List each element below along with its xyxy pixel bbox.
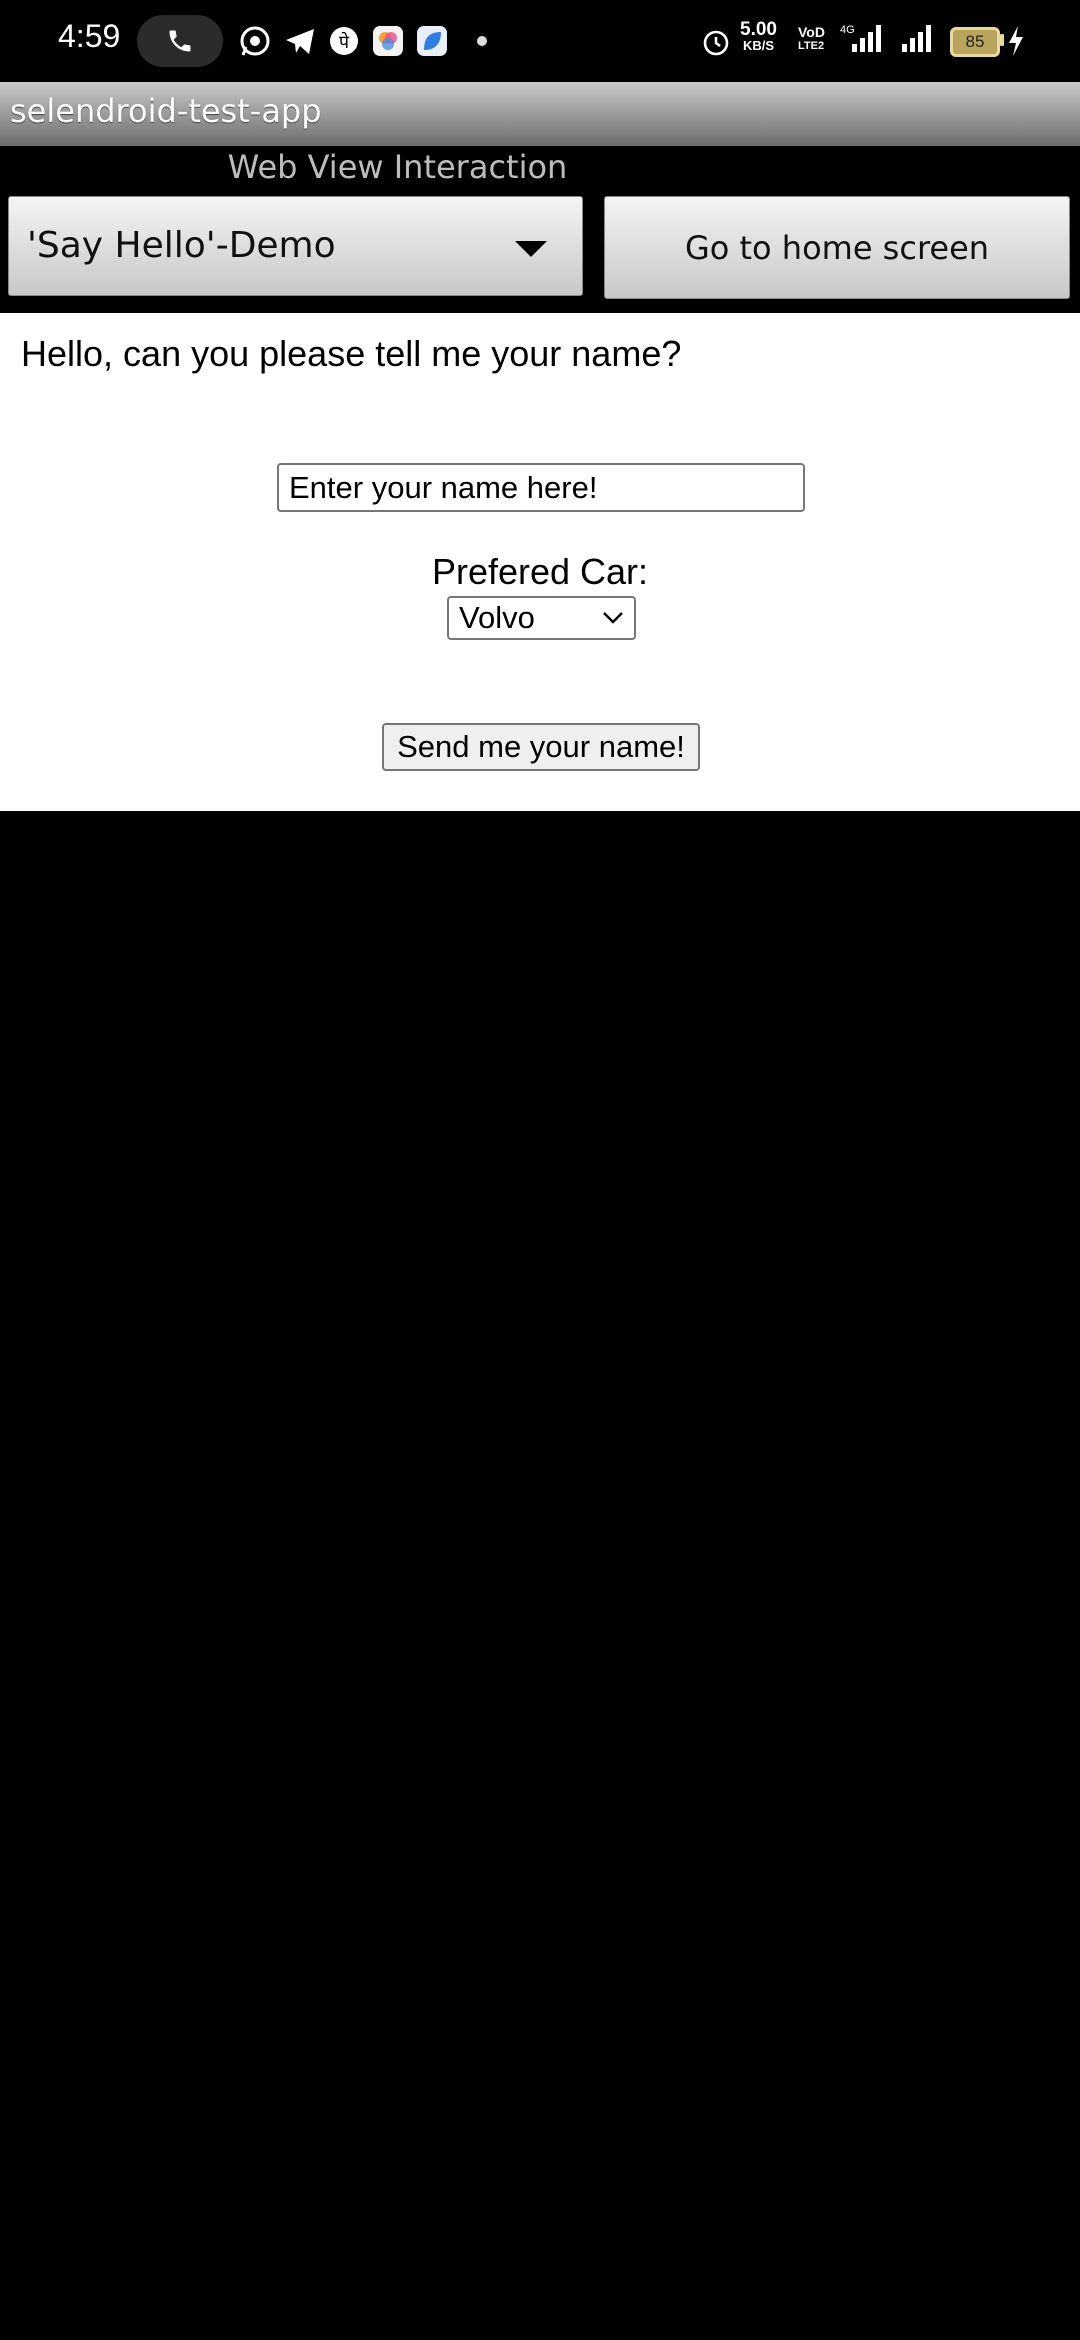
- status-bar: 4:59 पे 5.00 KB/S VoD LTE2 4G 85: [0, 0, 1080, 82]
- battery-tip: [1000, 34, 1004, 46]
- status-time: 4:59: [58, 18, 121, 54]
- ongoing-call-chip[interactable]: [137, 15, 223, 67]
- car-select-value: Volvo: [459, 600, 535, 635]
- telegram-icon: [286, 29, 314, 54]
- section-label: Web View Interaction: [227, 148, 568, 186]
- name-input[interactable]: [277, 463, 805, 512]
- svg-text:पे: पे: [339, 31, 350, 53]
- chevron-down-icon: [603, 612, 623, 624]
- battery-indicator: 85: [950, 27, 1000, 57]
- spinner-selected-value: 'Say Hello'-Demo: [27, 225, 336, 266]
- whatsapp-icon: [240, 26, 270, 56]
- more-notifications-dot: [477, 36, 487, 46]
- app-bar: selendroid-test-app: [0, 82, 1080, 146]
- phone-icon: [169, 30, 191, 52]
- car-label: Prefered Car:: [431, 551, 649, 592]
- phonepe-icon: पे: [330, 27, 358, 55]
- app-title: selendroid-test-app: [10, 92, 322, 130]
- network-type-label: 4G: [840, 24, 855, 36]
- network-speed: 5.00 KB/S: [740, 19, 777, 53]
- charging-icon: [1009, 26, 1023, 56]
- dropdown-arrow-icon: [515, 241, 547, 257]
- blue-app-icon: [417, 26, 447, 56]
- web-view: Hello, can you please tell me your name?…: [0, 313, 1080, 811]
- car-select[interactable]: Volvo: [447, 596, 636, 640]
- greeting-question: Hello, can you please tell me your name?: [21, 333, 682, 374]
- volte-indicator: VoD LTE2: [798, 24, 825, 52]
- photos-icon: [373, 26, 403, 56]
- signal-icon: [902, 25, 931, 52]
- send-name-button[interactable]: Send me your name!: [382, 723, 700, 771]
- demo-spinner[interactable]: 'Say Hello'-Demo: [8, 196, 583, 296]
- go-home-button[interactable]: Go to home screen: [604, 196, 1070, 299]
- alarm-icon: [703, 30, 729, 56]
- signal-icon: 4G: [840, 24, 881, 52]
